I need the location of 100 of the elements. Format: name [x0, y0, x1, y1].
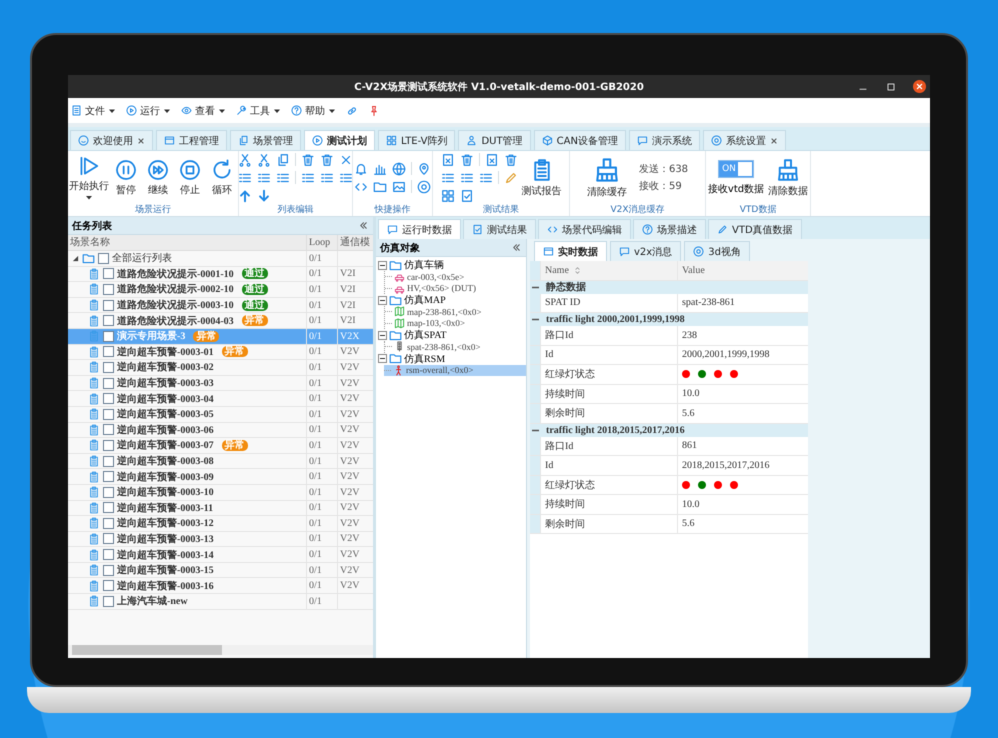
document-x-icon[interactable]	[484, 152, 498, 166]
tree-item[interactable]: 仿真车辆	[404, 258, 444, 272]
tab[interactable]: DUT管理	[458, 130, 531, 150]
tree-item[interactable]: 仿真SPAT	[404, 328, 446, 342]
expand-toggle[interactable]	[378, 260, 387, 270]
menu-item[interactable]: 帮助	[291, 104, 336, 118]
bell-icon[interactable]	[354, 162, 368, 176]
folder-icon[interactable]	[373, 180, 387, 194]
tab[interactable]: v2x消息	[610, 241, 682, 261]
tab[interactable]: 场景代码编辑	[538, 219, 631, 239]
checkbox[interactable]	[103, 533, 114, 544]
tab[interactable]: CAN设备管理	[534, 130, 626, 150]
checkbox[interactable]	[103, 456, 114, 467]
tab[interactable]: 工程管理	[156, 130, 227, 150]
tree-item[interactable]: spat-238-861,<0x0>	[385, 341, 526, 352]
tab[interactable]: 3d视角	[684, 241, 750, 261]
trash-icon[interactable]	[301, 152, 315, 166]
column-header[interactable]: Name	[545, 264, 569, 276]
scissors-icon[interactable]	[238, 152, 252, 166]
checkbox[interactable]	[103, 268, 114, 280]
checkbox[interactable]	[103, 300, 114, 311]
tab[interactable]: 测试计划	[304, 130, 375, 150]
menu-item[interactable]: 运行	[126, 104, 171, 118]
close-icon[interactable]	[770, 136, 778, 144]
tab[interactable]: LTE-V阵列	[378, 130, 456, 150]
link-icon[interactable]	[346, 104, 358, 116]
tab[interactable]: 实时数据	[534, 241, 607, 261]
close-icon[interactable]	[137, 136, 145, 144]
tab[interactable]: 测试结果	[463, 219, 536, 239]
column-header[interactable]: Value	[682, 264, 705, 276]
column-header[interactable]: Loop	[306, 235, 337, 250]
document-x-icon[interactable]	[440, 152, 454, 166]
tree-row[interactable]: 逆向超车预警-0003-07 异常 0/1 V2V	[68, 438, 373, 454]
tab[interactable]: 场景描述	[633, 219, 706, 239]
tree-row[interactable]: 逆向超车预警-0003-05 0/1 V2V	[68, 406, 373, 423]
tab[interactable]: 场景管理	[230, 130, 301, 150]
toolbar-button[interactable]: 测试报告	[522, 158, 562, 198]
toolbar-button[interactable]: 继续	[143, 158, 173, 196]
tree-item[interactable]: map-238-861,<0x0>	[385, 306, 526, 318]
pencil-icon[interactable]	[504, 170, 518, 184]
checkbox[interactable]	[103, 362, 114, 373]
copy-icon[interactable]	[276, 152, 290, 166]
tree-row[interactable]: 逆向超车预警-0003-16 0/1 V2V	[68, 578, 373, 594]
checkbox[interactable]	[103, 564, 114, 576]
tree-row[interactable]: 上海汽车城-new 0/1	[68, 594, 373, 610]
toolbar-button[interactable]: 清除数据	[768, 158, 808, 198]
tree-row[interactable]: 逆向超车预警-0003-12 0/1 V2V	[68, 516, 373, 532]
tab[interactable]: 欢迎使用	[70, 130, 153, 150]
checkbox[interactable]	[103, 502, 114, 514]
toolbar-button[interactable]: 停止	[175, 158, 205, 196]
menu-item[interactable]: 文件	[71, 104, 116, 118]
checkbox[interactable]	[103, 330, 114, 342]
tree-row[interactable]: 逆向超车预警-0003-14 0/1 V2V	[68, 547, 373, 563]
checkbox[interactable]	[103, 596, 114, 607]
checkbox[interactable]	[103, 549, 114, 560]
checkbox[interactable]	[103, 393, 114, 404]
tree-row[interactable]: 全部运行列表 0/1	[68, 251, 373, 267]
toolbar-button[interactable]: 清除缓存	[586, 156, 627, 198]
tab[interactable]: 演示系统	[628, 130, 700, 150]
tree-item[interactable]: rsm-overall,<0x0>	[384, 364, 526, 376]
tree-row[interactable]: 逆向超车预警-0003-04 0/1 V2V	[68, 391, 373, 407]
checkbox[interactable]	[103, 408, 114, 420]
checkbox[interactable]	[98, 252, 109, 264]
checkbox[interactable]	[103, 580, 114, 592]
trash-icon[interactable]	[320, 152, 334, 166]
checkbox[interactable]	[103, 486, 114, 498]
tree-row[interactable]: 逆向超车预警-0003-09 0/1 V2V	[68, 469, 373, 485]
tree-item[interactable]: 仿真RSM	[404, 352, 446, 366]
toolbar-button[interactable]: 循环	[207, 158, 237, 196]
tree-row[interactable]: 逆向超车预警-0003-10 0/1 V2V	[68, 484, 373, 500]
location-pin-icon[interactable]	[417, 162, 431, 176]
tab[interactable]: VTD真值数据	[708, 219, 802, 239]
column-header[interactable]: 通信模	[337, 235, 373, 250]
toolbar-button[interactable]: 暂停	[111, 158, 141, 196]
double-chevron-left-icon[interactable]	[358, 220, 369, 231]
tree-row[interactable]: 逆向超车预警-0003-13 0/1 V2V	[68, 532, 373, 548]
double-chevron-left-icon[interactable]	[511, 242, 522, 253]
menu-item[interactable]: 工具	[236, 104, 281, 118]
tree-row[interactable]: 道路危险状况提示-0002-10 通过 0/1 V2I	[68, 282, 373, 298]
expand-toggle[interactable]	[378, 330, 387, 340]
tree-item[interactable]: HV,<0x56> (DUT)	[385, 282, 526, 294]
sort-icon[interactable]	[572, 266, 582, 275]
checkbox[interactable]	[103, 284, 114, 295]
tab[interactable]: 运行时数据	[378, 219, 461, 239]
menu-item[interactable]: 查看	[181, 104, 226, 118]
scrollbar-thumb[interactable]	[72, 645, 222, 655]
checkbox[interactable]	[103, 378, 114, 389]
column-header[interactable]: 场景名称	[68, 235, 306, 250]
checkbox[interactable]	[103, 424, 114, 436]
expand-toggle[interactable]	[378, 296, 387, 304]
horizontal-scrollbar[interactable]	[68, 645, 373, 655]
maximize-icon[interactable]	[885, 80, 897, 92]
tree-row[interactable]: 逆向超车预警-0003-03 0/1 V2V	[68, 376, 373, 392]
trash-icon[interactable]	[504, 152, 518, 166]
tree-row[interactable]: 逆向超车预警-0003-15 0/1 V2V	[68, 562, 373, 578]
tree-row[interactable]: 逆向超车预警-0003-08 0/1 V2V	[68, 454, 373, 470]
pushpin-icon[interactable]	[368, 104, 380, 116]
scissors-icon[interactable]	[257, 152, 271, 166]
tree-row[interactable]: 逆向超车预警-0003-06 0/1 V2V	[68, 422, 373, 438]
document-check-icon[interactable]	[460, 188, 474, 202]
